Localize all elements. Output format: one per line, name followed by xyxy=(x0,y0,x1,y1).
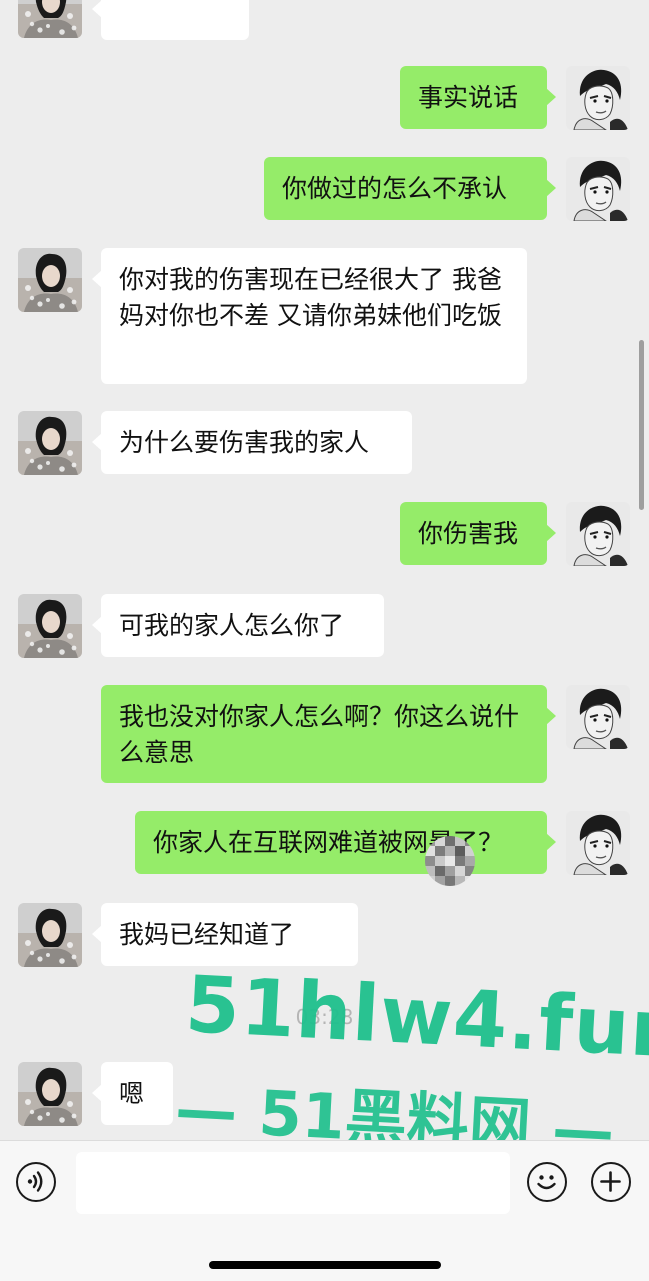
contact-avatar-image xyxy=(18,411,82,475)
my-avatar[interactable] xyxy=(566,502,630,566)
message-bubble[interactable]: 你做过的怎么不承认 xyxy=(264,157,556,220)
voice-button[interactable] xyxy=(16,1162,56,1202)
emoji-icon xyxy=(537,1175,556,1190)
emoji-button[interactable] xyxy=(527,1162,567,1202)
scrollbar[interactable] xyxy=(639,340,644,510)
message-bubble[interactable]: 事实说话 xyxy=(400,66,556,129)
input-bar xyxy=(0,1140,649,1281)
contact-avatar[interactable] xyxy=(18,594,82,658)
my-avatar[interactable] xyxy=(566,811,630,875)
mosaic-censor xyxy=(425,836,475,886)
message-bubble[interactable]: 你家人在互联网难道被网暴了？ xyxy=(135,811,556,874)
contact-avatar[interactable] xyxy=(18,0,82,38)
contact-avatar[interactable] xyxy=(18,248,82,312)
message-bubble[interactable]: 你对我的伤害现在已经很大了 我爸妈对你也不差 又请你弟妹他们吃饭 xyxy=(92,248,527,384)
message-bubble[interactable]: 嗯 xyxy=(92,1062,173,1125)
my-avatar-image xyxy=(566,66,630,130)
contact-avatar-image xyxy=(18,594,82,658)
my-avatar[interactable] xyxy=(566,157,630,221)
contact-avatar-image xyxy=(18,0,82,38)
voice-icon xyxy=(27,1171,43,1192)
message-input[interactable] xyxy=(76,1152,510,1214)
message-bubble[interactable]: 为什么要伤害我的家人 xyxy=(92,411,412,474)
contact-avatar-image xyxy=(18,1062,82,1126)
contact-avatar-image xyxy=(18,903,82,967)
add-button[interactable] xyxy=(591,1162,631,1202)
contact-avatar[interactable] xyxy=(18,1062,82,1126)
my-avatar-image xyxy=(566,811,630,875)
message-bubble[interactable]: 你伤害我 xyxy=(400,502,556,565)
contact-avatar[interactable] xyxy=(18,411,82,475)
watermark-name: — 51黑料网 — xyxy=(173,1071,617,1140)
message-timestamp: 03:28 xyxy=(295,1005,354,1029)
my-avatar[interactable] xyxy=(566,685,630,749)
plus-icon xyxy=(600,1171,621,1192)
contact-avatar-image xyxy=(18,248,82,312)
chat-area[interactable]: 事实说话 你做过的怎么不承认 你对我的伤害现在已经很大了 我爸妈对你也不差 又请… xyxy=(0,0,649,1140)
my-avatar-image xyxy=(566,502,630,566)
my-avatar-image xyxy=(566,157,630,221)
message-bubble[interactable] xyxy=(92,0,249,40)
message-bubble[interactable]: 我妈已经知道了 xyxy=(92,903,358,966)
my-avatar[interactable] xyxy=(566,66,630,130)
my-avatar-image xyxy=(566,685,630,749)
message-bubble[interactable]: 我也没对你家人怎么啊？你这么说什么意思 xyxy=(101,685,556,783)
contact-avatar[interactable] xyxy=(18,903,82,967)
home-indicator xyxy=(209,1261,441,1269)
message-bubble[interactable]: 可我的家人怎么你了 xyxy=(92,594,384,657)
